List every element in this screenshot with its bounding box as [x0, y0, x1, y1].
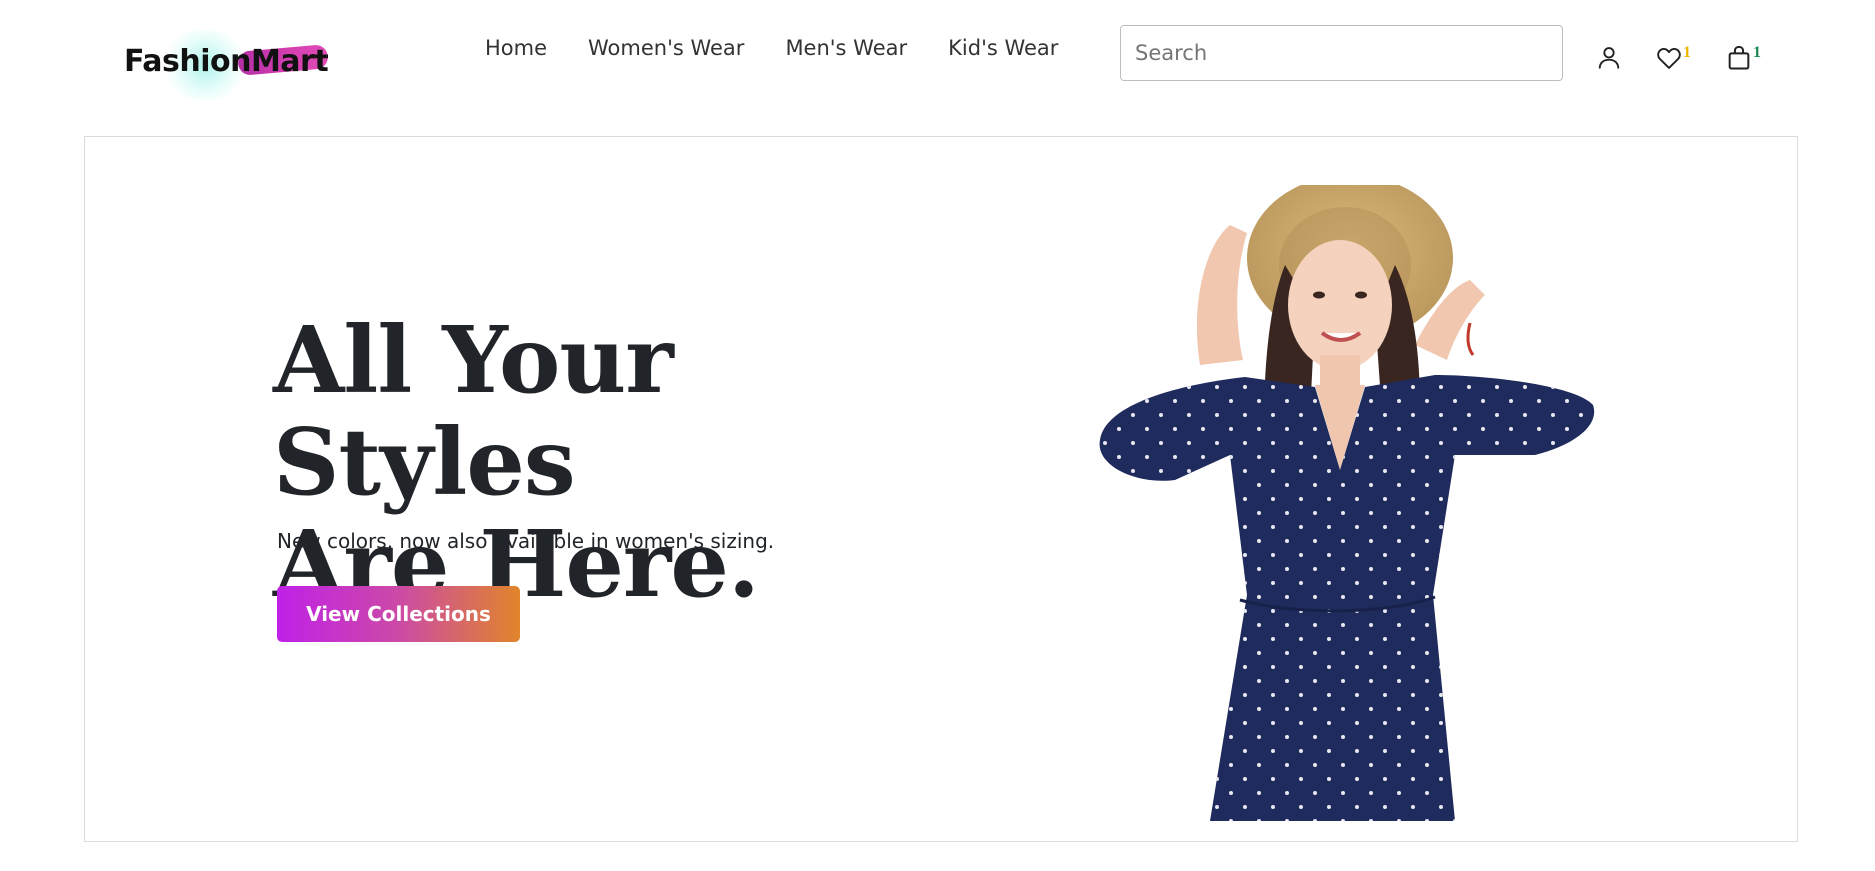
nav-link-home[interactable]: Home: [485, 36, 547, 60]
heart-icon: [1657, 47, 1681, 69]
hero-title-line-1: All Your Styles: [273, 306, 674, 516]
hero-title: All Your Styles Are Here.: [273, 309, 993, 615]
hero-model-image: [1099, 185, 1595, 821]
nav-link-kids-wear[interactable]: Kid's Wear: [948, 36, 1058, 60]
site-header: FashionMart Home Women's Wear Men's Wear…: [0, 0, 1875, 110]
nav-link-mens-wear[interactable]: Men's Wear: [785, 36, 907, 60]
account-button[interactable]: [1595, 44, 1625, 74]
nav-link-womens-wear[interactable]: Women's Wear: [588, 36, 744, 60]
hero-banner: All Your Styles Are Here. New colors, no…: [84, 136, 1798, 842]
brand-logo[interactable]: FashionMart: [120, 30, 340, 100]
shopping-bag-icon: [1728, 45, 1750, 70]
brand-name: FashionMart: [124, 44, 329, 79]
wishlist-button[interactable]: 1: [1655, 44, 1691, 74]
search-input[interactable]: [1120, 25, 1563, 81]
cart-button[interactable]: 1: [1725, 44, 1761, 74]
hero-subtitle: New colors, now also available in women'…: [277, 529, 775, 553]
main-nav: Home Women's Wear Men's Wear Kid's Wear: [485, 36, 1099, 60]
wishlist-count-badge: 1: [1683, 44, 1691, 61]
cart-count-badge: 1: [1753, 44, 1761, 61]
user-icon: [1598, 47, 1620, 69]
view-collections-button[interactable]: View Collections: [277, 586, 520, 642]
